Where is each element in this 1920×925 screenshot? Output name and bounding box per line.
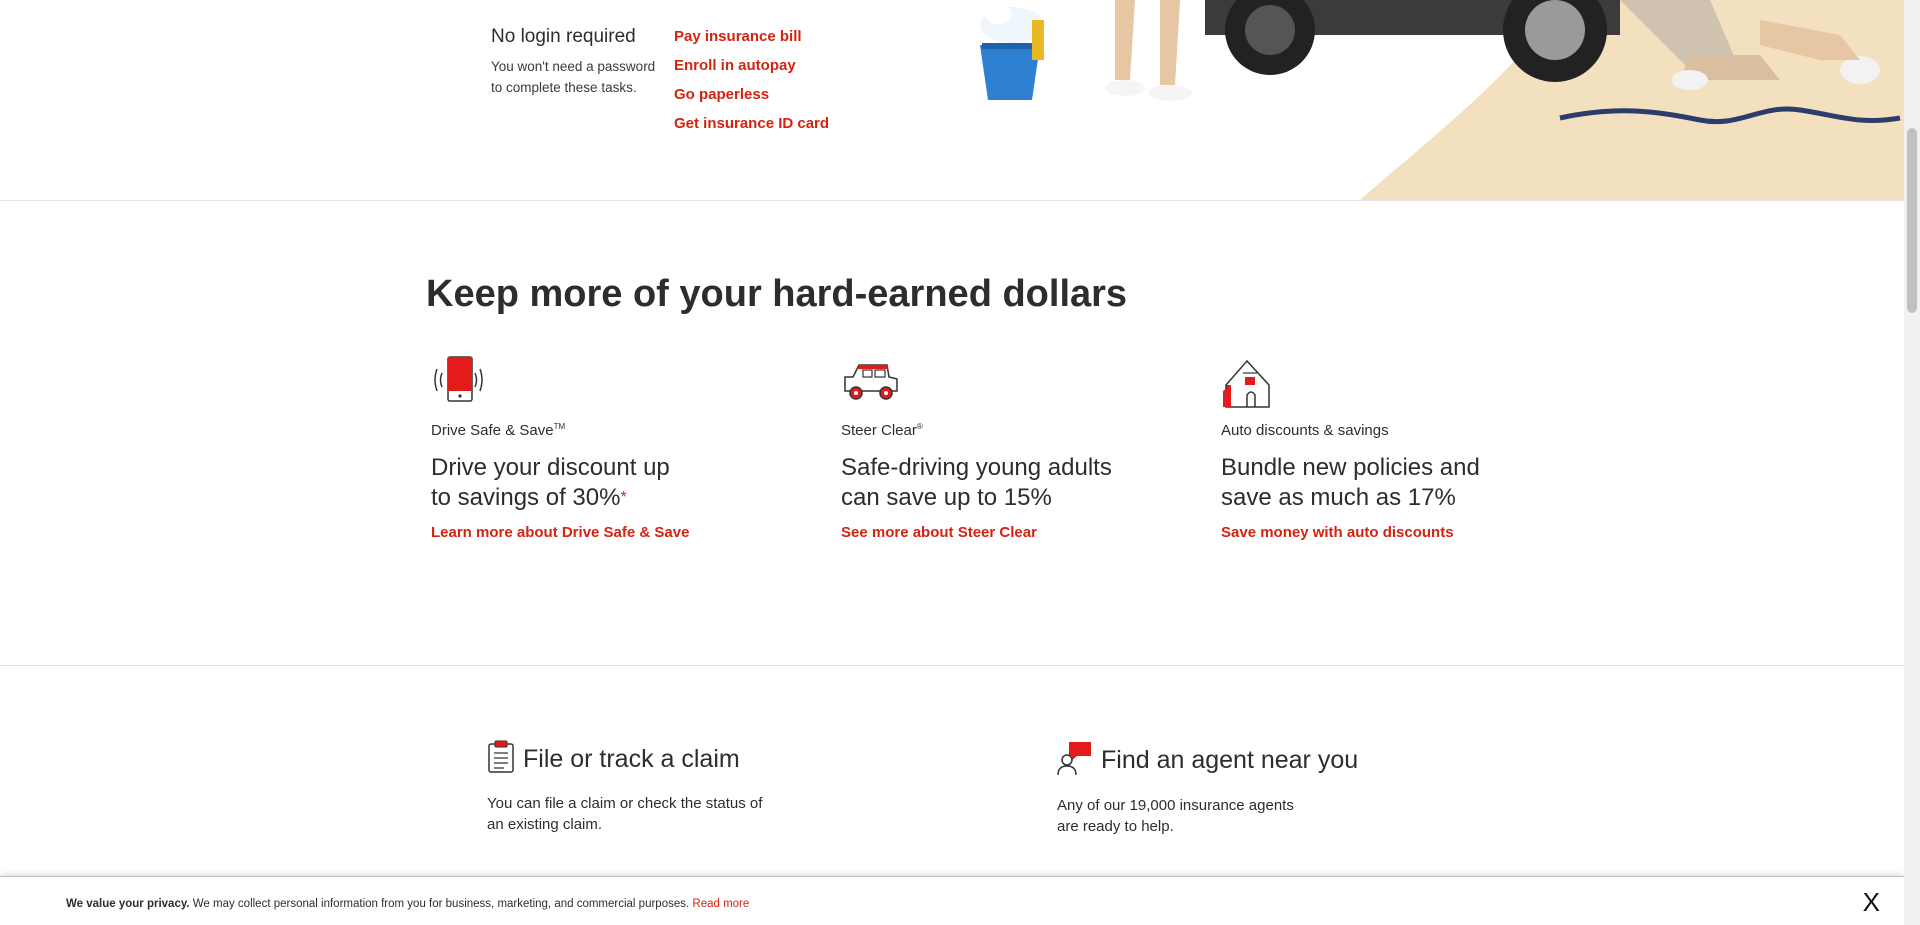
privacy-body-text: We may collect personal information from… bbox=[189, 898, 693, 910]
trademark-mark: TM bbox=[553, 422, 566, 431]
steer-clear-headline: Safe-driving young adults can save up to… bbox=[841, 453, 1181, 513]
quick-tasks-section: No login required You won't need a passw… bbox=[0, 0, 1904, 201]
claim-heading-row[interactable]: File or track a claim bbox=[487, 740, 807, 779]
page: No login required You won't need a passw… bbox=[0, 0, 1904, 925]
privacy-message: We value your privacy. We may collect pe… bbox=[66, 898, 749, 910]
car-icon bbox=[841, 355, 911, 410]
drive-safe-label: Drive Safe & SaveTM bbox=[431, 422, 771, 439]
auto-discounts-headline: Bundle new policies and save as much as … bbox=[1221, 453, 1561, 513]
steer-clear-label: Steer Clear® bbox=[841, 422, 1181, 439]
claim-title[interactable]: File or track a claim bbox=[523, 745, 740, 774]
privacy-banner: We value your privacy. We may collect pe… bbox=[0, 876, 1904, 925]
steer-clear-label-text: Steer Clear bbox=[841, 422, 917, 439]
claim-block: File or track a claim You can file a cla… bbox=[487, 740, 807, 835]
no-login-text-line2: to complete these tasks. bbox=[491, 80, 637, 95]
drive-safe-headline: Drive your discount up to savings of 30%… bbox=[431, 453, 771, 513]
no-login-text-line1: You won't need a password bbox=[491, 59, 656, 74]
clipboard-icon bbox=[487, 740, 515, 779]
id-card-link[interactable]: Get insurance ID card bbox=[674, 115, 829, 144]
page-scrollbar[interactable] bbox=[1904, 0, 1920, 925]
quick-links: Pay insurance bill Enroll in autopay Go … bbox=[674, 28, 829, 144]
agent-text-line2: are ready to help. bbox=[1057, 818, 1174, 835]
auto-discounts-label: Auto discounts & savings bbox=[1221, 422, 1389, 439]
steer-clear-link[interactable]: See more about Steer Clear bbox=[841, 524, 1181, 541]
auto-discounts-link[interactable]: Save money with auto discounts bbox=[1221, 524, 1561, 541]
steer-clear-headline-line1: Safe-driving young adults bbox=[841, 454, 1112, 481]
section-divider bbox=[0, 665, 1904, 666]
house-icon bbox=[1221, 355, 1291, 410]
drive-safe-label-text: Drive Safe & Save bbox=[431, 422, 554, 439]
privacy-bold-text: We value your privacy. bbox=[66, 898, 190, 910]
phone-vibrate-icon bbox=[431, 355, 501, 410]
hero-image bbox=[960, 0, 1904, 200]
agent-text-line1: Any of our 19,000 insurance agents bbox=[1057, 797, 1294, 814]
scrollbar-thumb[interactable] bbox=[1907, 128, 1917, 313]
drive-safe-headline-line2: to savings of 30% bbox=[431, 484, 621, 511]
car-wash-illustration bbox=[980, 0, 1904, 200]
no-login-block: No login required You won't need a passw… bbox=[491, 26, 671, 98]
savings-title: Keep more of your hard-earned dollars bbox=[426, 273, 1128, 315]
auto-discounts-card: Auto discounts & savings Bundle new poli… bbox=[1221, 355, 1561, 541]
auto-discounts-headline-line1: Bundle new policies and bbox=[1221, 454, 1480, 481]
footnote-asterisk[interactable]: * bbox=[620, 489, 626, 506]
autopay-link[interactable]: Enroll in autopay bbox=[674, 57, 829, 86]
drive-safe-link[interactable]: Learn more about Drive Safe & Save bbox=[431, 524, 771, 541]
agent-heading-row[interactable]: Find an agent near you bbox=[1057, 740, 1377, 781]
registered-mark: ® bbox=[916, 422, 923, 431]
claim-text-line1: You can file a claim or check the status… bbox=[487, 795, 763, 812]
read-more-link[interactable]: Read more bbox=[692, 898, 749, 910]
steer-clear-headline-line2: can save up to 15% bbox=[841, 484, 1052, 511]
close-privacy-button[interactable]: X bbox=[1863, 887, 1880, 918]
pay-bill-link[interactable]: Pay insurance bill bbox=[674, 28, 829, 57]
no-login-text: You won't need a password to complete th… bbox=[491, 56, 671, 98]
agent-block: Find an agent near you Any of our 19,000… bbox=[1057, 740, 1377, 837]
drive-safe-card: Drive Safe & SaveTM Drive your discount … bbox=[431, 355, 771, 541]
steer-clear-card: Steer Clear® Safe-driving young adults c… bbox=[841, 355, 1181, 541]
agent-icon bbox=[1057, 740, 1093, 781]
no-login-title: No login required bbox=[491, 26, 636, 47]
auto-discounts-headline-line2: save as much as 17% bbox=[1221, 484, 1456, 511]
claim-text: You can file a claim or check the status… bbox=[487, 793, 807, 835]
drive-safe-headline-line1: Drive your discount up bbox=[431, 454, 670, 481]
claim-text-line2: an existing claim. bbox=[487, 816, 603, 833]
paperless-link[interactable]: Go paperless bbox=[674, 86, 829, 115]
agent-title[interactable]: Find an agent near you bbox=[1101, 746, 1358, 775]
agent-text: Any of our 19,000 insurance agents are r… bbox=[1057, 795, 1377, 837]
